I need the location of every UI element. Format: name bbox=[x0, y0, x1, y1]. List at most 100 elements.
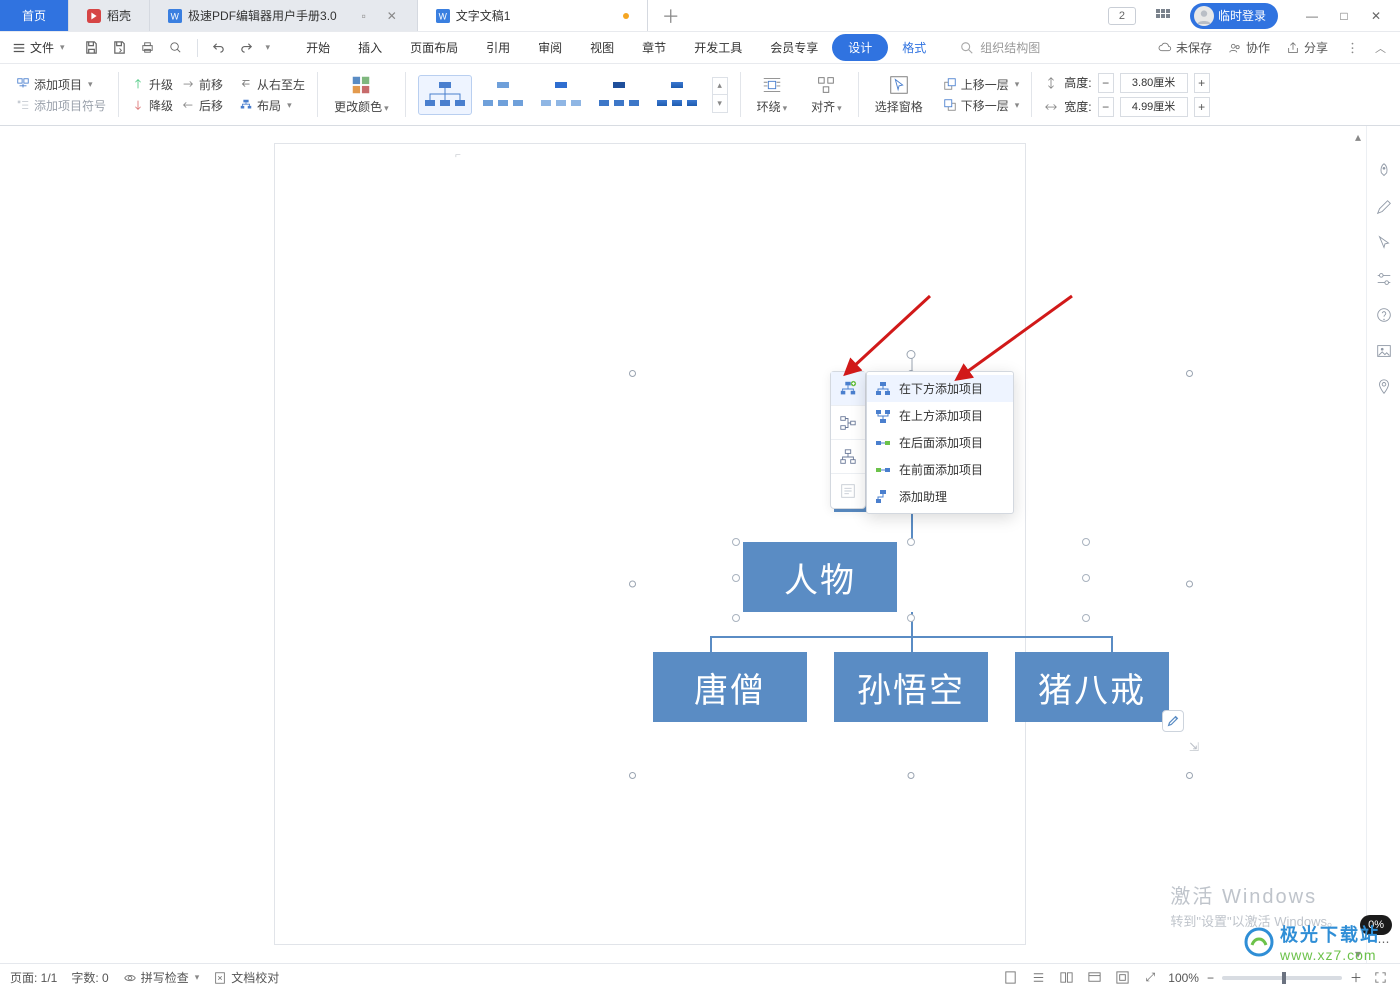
fullscreen-icon[interactable] bbox=[1370, 968, 1390, 988]
node-leaf-2[interactable]: 孙悟空 bbox=[834, 652, 988, 722]
float-layout-tree[interactable] bbox=[831, 440, 865, 474]
mi-add-after[interactable]: 在后面添加项目 bbox=[867, 429, 1013, 456]
rocket-icon[interactable] bbox=[1373, 160, 1395, 182]
view-focus-icon[interactable] bbox=[1112, 968, 1132, 988]
qat-redo-icon[interactable] bbox=[236, 37, 258, 59]
qat-preview-icon[interactable] bbox=[165, 37, 187, 59]
mi-add-above[interactable]: 在上方添加项目 bbox=[867, 402, 1013, 429]
qat-save-icon[interactable] bbox=[81, 37, 103, 59]
height-inc[interactable]: + bbox=[1194, 73, 1210, 93]
rtab-dev[interactable]: 开发工具 bbox=[680, 33, 756, 62]
view-outline-icon[interactable] bbox=[1028, 968, 1048, 988]
zoom-fit-icon[interactable]: ⤢ bbox=[1140, 968, 1160, 988]
layout-style-2[interactable] bbox=[476, 75, 530, 115]
tab-pdfmanual[interactable]: W 极速PDF编辑器用户手册3.0 ▫ ✕ bbox=[150, 0, 418, 31]
image-tool-icon[interactable] bbox=[1373, 340, 1395, 362]
inner-handle[interactable] bbox=[1082, 538, 1090, 546]
rtl-button[interactable]: 从右至左 bbox=[239, 76, 305, 93]
view-page-icon[interactable] bbox=[1000, 968, 1020, 988]
qat-undo-icon[interactable] bbox=[208, 37, 230, 59]
add-symbol-button[interactable]: 添加项目符号 bbox=[16, 97, 106, 114]
rtab-format[interactable]: 格式 bbox=[888, 33, 940, 62]
status-words[interactable]: 字数: 0 bbox=[71, 969, 108, 986]
inner-handle[interactable] bbox=[732, 614, 740, 622]
status-spellcheck[interactable]: 拼写检查▾ bbox=[123, 969, 200, 986]
rtab-member[interactable]: 会员专享 bbox=[756, 33, 832, 62]
qat-print-icon[interactable] bbox=[137, 37, 159, 59]
cursor-icon[interactable] bbox=[1373, 232, 1395, 254]
mi-add-before[interactable]: 在前面添加项目 bbox=[867, 456, 1013, 483]
tab-doc1[interactable]: W 文字文稿1 bbox=[418, 0, 648, 31]
inner-handle[interactable] bbox=[907, 614, 915, 622]
mi-add-assistant[interactable]: 添加助理 bbox=[867, 483, 1013, 510]
change-color-button[interactable]: 更改颜色▾ bbox=[330, 74, 393, 115]
zoom-slider[interactable] bbox=[1222, 976, 1342, 980]
inner-handle[interactable] bbox=[907, 538, 915, 546]
down-layer-button[interactable]: 下移一层▾ bbox=[943, 97, 1020, 114]
height-field[interactable]: 3.80厘米 bbox=[1120, 73, 1188, 93]
tab-pdf-close[interactable]: ✕ bbox=[385, 9, 399, 23]
ribbon-search[interactable]: 组织结构图 bbox=[960, 39, 1040, 56]
width-field[interactable]: 4.99厘米 bbox=[1120, 97, 1188, 117]
add-item-button[interactable]: 添加项目▾ bbox=[16, 76, 106, 93]
workspace-badge-icon[interactable]: 2 bbox=[1108, 7, 1136, 25]
qat-more-icon[interactable]: ▾ bbox=[266, 42, 271, 53]
scroll-up-icon[interactable]: ▴ bbox=[1351, 130, 1365, 144]
status-page[interactable]: 页面: 1/1 bbox=[10, 969, 57, 986]
status-proof[interactable]: 文档校对 bbox=[213, 969, 279, 986]
inner-handle[interactable] bbox=[1082, 614, 1090, 622]
layout-style-5[interactable] bbox=[650, 75, 704, 115]
move-back-button[interactable]: 后移 bbox=[181, 97, 223, 114]
rtab-insert[interactable]: 插入 bbox=[344, 33, 396, 62]
node-leaf-1[interactable]: 唐僧 bbox=[653, 652, 807, 722]
demote-button[interactable]: 降级 bbox=[131, 97, 173, 114]
qat-saveas-icon[interactable] bbox=[109, 37, 131, 59]
settings-sliders-icon[interactable] bbox=[1373, 268, 1395, 290]
unsaved-button[interactable]: 未保存 bbox=[1158, 39, 1212, 56]
pencil-icon[interactable] bbox=[1373, 196, 1395, 218]
float-layout-horizontal[interactable] bbox=[831, 406, 865, 440]
rtab-chapter[interactable]: 章节 bbox=[628, 33, 680, 62]
tab-home[interactable]: 首页 bbox=[0, 0, 69, 31]
view-web-icon[interactable] bbox=[1084, 968, 1104, 988]
share-button[interactable]: 分享 bbox=[1286, 39, 1328, 56]
zoom-out[interactable]: − bbox=[1207, 971, 1214, 985]
grid-apps-icon[interactable] bbox=[1150, 3, 1176, 29]
layout-style-4[interactable] bbox=[592, 75, 646, 115]
window-maximize[interactable]: □ bbox=[1330, 2, 1358, 30]
rtab-page[interactable]: 页面布局 bbox=[396, 33, 472, 62]
location-icon[interactable] bbox=[1373, 376, 1395, 398]
sel-pane-button[interactable]: 选择窗格 bbox=[871, 74, 927, 115]
gallery-down-icon[interactable]: ▾ bbox=[712, 95, 728, 113]
zoom-value[interactable]: 100% bbox=[1168, 971, 1199, 985]
layout-style-1[interactable] bbox=[418, 75, 472, 115]
zoom-in[interactable]: ＋ bbox=[1350, 969, 1362, 986]
float-text-style[interactable] bbox=[831, 474, 865, 508]
inner-handle[interactable] bbox=[732, 574, 740, 582]
tab-daoke[interactable]: 稻壳 bbox=[69, 0, 150, 31]
node-level2[interactable]: 人物 bbox=[743, 542, 897, 612]
width-inc[interactable]: + bbox=[1194, 97, 1210, 117]
width-dec[interactable]: − bbox=[1098, 97, 1114, 117]
height-dec[interactable]: − bbox=[1098, 73, 1114, 93]
rtab-view[interactable]: 视图 bbox=[576, 33, 628, 62]
align-button[interactable]: 对齐▾ bbox=[807, 74, 846, 115]
move-fwd-button[interactable]: 前移 bbox=[181, 76, 223, 93]
wrap-button[interactable]: 环绕▾ bbox=[753, 74, 792, 115]
tab-new[interactable]: ＋ bbox=[648, 0, 694, 31]
window-close[interactable]: ✕ bbox=[1362, 2, 1390, 30]
rtab-design[interactable]: 设计 bbox=[832, 34, 888, 61]
vertical-scrollbar[interactable]: ▴ ▾ bbox=[1351, 130, 1365, 961]
node-leaf-3[interactable]: 猪八戒 bbox=[1015, 652, 1169, 722]
file-menu[interactable]: 文件 ▾ bbox=[6, 35, 71, 60]
rtab-review[interactable]: 审阅 bbox=[524, 33, 576, 62]
tab-pdf-menu[interactable]: ▫ bbox=[357, 9, 371, 23]
coop-button[interactable]: 协作 bbox=[1228, 39, 1270, 56]
window-minimize[interactable]: ― bbox=[1298, 2, 1326, 30]
rtab-ref[interactable]: 引用 bbox=[472, 33, 524, 62]
rtab-start[interactable]: 开始 bbox=[292, 33, 344, 62]
gallery-up-icon[interactable]: ▴ bbox=[712, 77, 728, 95]
view-read-icon[interactable] bbox=[1056, 968, 1076, 988]
layout-button[interactable]: 布局▾ bbox=[239, 97, 305, 114]
inner-handle[interactable] bbox=[1082, 574, 1090, 582]
